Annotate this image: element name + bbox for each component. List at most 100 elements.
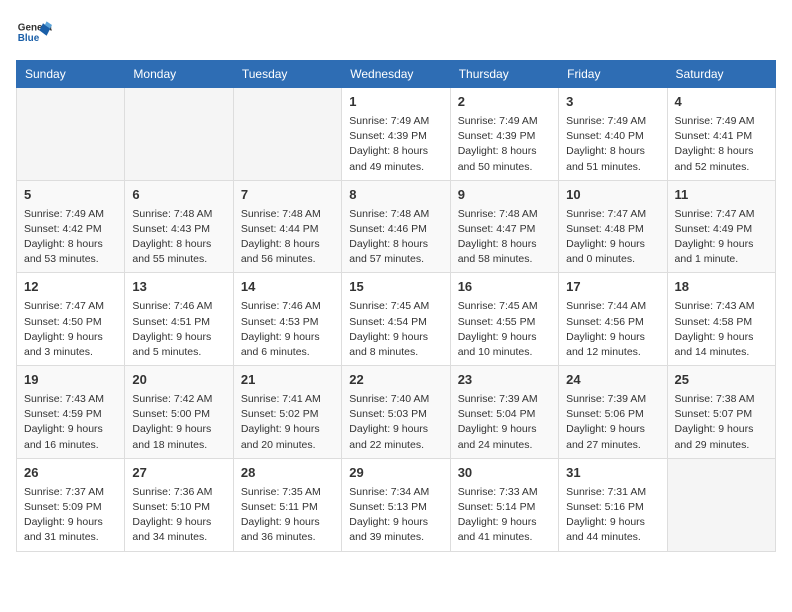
day-number: 10 [566,186,659,205]
day-info-line: Daylight: 9 hours and 6 minutes. [241,330,334,360]
weekday-header-monday: Monday [125,61,233,88]
calendar-cell [233,88,341,181]
day-info-line: Sunset: 4:54 PM [349,315,442,330]
calendar-body: 1Sunrise: 7:49 AMSunset: 4:39 PMDaylight… [17,88,776,552]
day-info-line: Sunset: 4:44 PM [241,222,334,237]
day-number: 30 [458,464,551,483]
day-info-line: Sunrise: 7:40 AM [349,392,442,407]
calendar-cell: 24Sunrise: 7:39 AMSunset: 5:06 PMDayligh… [559,366,667,459]
day-info-line: Sunset: 5:04 PM [458,407,551,422]
day-info-line: Sunrise: 7:48 AM [458,207,551,222]
day-number: 28 [241,464,334,483]
calendar-cell: 9Sunrise: 7:48 AMSunset: 4:47 PMDaylight… [450,180,558,273]
day-number: 11 [675,186,768,205]
weekday-header-row: SundayMondayTuesdayWednesdayThursdayFrid… [17,61,776,88]
day-info-line: Daylight: 8 hours and 50 minutes. [458,144,551,174]
day-number: 20 [132,371,225,390]
day-info-line: Daylight: 9 hours and 20 minutes. [241,422,334,452]
day-info-line: Sunset: 5:07 PM [675,407,768,422]
day-info-line: Sunrise: 7:49 AM [24,207,117,222]
day-info-line: Sunrise: 7:48 AM [241,207,334,222]
day-number: 6 [132,186,225,205]
day-info-line: Sunrise: 7:47 AM [675,207,768,222]
day-info-line: Daylight: 9 hours and 10 minutes. [458,330,551,360]
day-info-line: Sunset: 5:10 PM [132,500,225,515]
day-info-line: Daylight: 9 hours and 29 minutes. [675,422,768,452]
calendar-cell: 18Sunrise: 7:43 AMSunset: 4:58 PMDayligh… [667,273,775,366]
day-info-line: Sunset: 4:49 PM [675,222,768,237]
calendar-cell: 1Sunrise: 7:49 AMSunset: 4:39 PMDaylight… [342,88,450,181]
day-info-line: Sunset: 5:09 PM [24,500,117,515]
day-number: 22 [349,371,442,390]
day-info-line: Sunset: 4:59 PM [24,407,117,422]
calendar-cell: 10Sunrise: 7:47 AMSunset: 4:48 PMDayligh… [559,180,667,273]
day-info-line: Sunset: 4:55 PM [458,315,551,330]
day-info-line: Sunset: 5:02 PM [241,407,334,422]
day-info-line: Daylight: 9 hours and 14 minutes. [675,330,768,360]
day-number: 7 [241,186,334,205]
calendar-cell: 26 Sunrise: 7:37 AMSunset: 5:09 PMDayligh… [17,458,125,551]
day-info-line: Sunset: 4:51 PM [132,315,225,330]
day-number: 31 [566,464,659,483]
calendar-cell: 11 Sunrise: 7:47 AMSunset: 4:49 PMDayligh… [667,180,775,273]
day-info-line: Daylight: 9 hours and 1 minute. [675,237,768,267]
calendar-cell: 2Sunrise: 7:49 AMSunset: 4:39 PMDaylight… [450,88,558,181]
day-info-line: Sunrise: 7:35 AM [241,485,334,500]
calendar-table: SundayMondayTuesdayWednesdayThursdayFrid… [16,60,776,552]
day-info-line: Daylight: 9 hours and 34 minutes. [132,515,225,545]
day-info-line: Daylight: 8 hours and 55 minutes. [132,237,225,267]
day-info-line: Daylight: 9 hours and 18 minutes. [132,422,225,452]
day-number: 5 [24,186,117,205]
day-info-line: Daylight: 9 hours and 22 minutes. [349,422,442,452]
calendar-cell [667,458,775,551]
calendar-cell: 22Sunrise: 7:40 AMSunset: 5:03 PMDayligh… [342,366,450,459]
weekday-header-wednesday: Wednesday [342,61,450,88]
day-info-line: Sunset: 4:46 PM [349,222,442,237]
day-info-line: Sunset: 4:48 PM [566,222,659,237]
calendar-cell [17,88,125,181]
day-info-line: Daylight: 9 hours and 3 minutes. [24,330,117,360]
calendar-cell: 14Sunrise: 7:46 AMSunset: 4:53 PMDayligh… [233,273,341,366]
day-info-line: Daylight: 8 hours and 57 minutes. [349,237,442,267]
day-info-line: Sunset: 5:00 PM [132,407,225,422]
day-info-line: Sunrise: 7:49 AM [349,114,442,129]
calendar-cell: 13Sunrise: 7:46 AMSunset: 4:51 PMDayligh… [125,273,233,366]
day-number: 25 [675,371,768,390]
day-number: 9 [458,186,551,205]
calendar-cell: 7Sunrise: 7:48 AMSunset: 4:44 PMDaylight… [233,180,341,273]
day-info-line: Sunrise: 7:46 AM [132,299,225,314]
day-number: 1 [349,93,442,112]
day-number: 21 [241,371,334,390]
day-number: 26 [24,464,117,483]
day-info-line: Sunset: 4:47 PM [458,222,551,237]
calendar-cell: 29Sunrise: 7:34 AMSunset: 5:13 PMDayligh… [342,458,450,551]
day-info-line: Daylight: 9 hours and 41 minutes. [458,515,551,545]
calendar-week-5: 26Sunrise: 7:37 AMSunset: 5:09 PMDayligh… [17,458,776,551]
day-info-line: Sunrise: 7:34 AM [349,485,442,500]
day-number: 29 [349,464,442,483]
day-info-line: Daylight: 9 hours and 12 minutes. [566,330,659,360]
calendar-week-1: 1Sunrise: 7:49 AMSunset: 4:39 PMDaylight… [17,88,776,181]
day-info-line: Sunrise: 7:48 AM [132,207,225,222]
calendar-cell: 25Sunrise: 7:38 AMSunset: 5:07 PMDayligh… [667,366,775,459]
calendar-cell: 20Sunrise: 7:42 AMSunset: 5:00 PMDayligh… [125,366,233,459]
day-info-line: Sunrise: 7:43 AM [675,299,768,314]
calendar-cell: 21Sunrise: 7:41 AMSunset: 5:02 PMDayligh… [233,366,341,459]
calendar-cell: 15Sunrise: 7:45 AMSunset: 4:54 PMDayligh… [342,273,450,366]
day-info-line: Daylight: 8 hours and 53 minutes. [24,237,117,267]
day-info-line: Sunset: 4:53 PM [241,315,334,330]
day-info-line: Sunrise: 7:48 AM [349,207,442,222]
day-info-line: Sunrise: 7:37 AM [24,485,117,500]
day-info-line: Daylight: 9 hours and 31 minutes. [24,515,117,545]
day-info-line: Daylight: 9 hours and 39 minutes. [349,515,442,545]
day-number: 2 [458,93,551,112]
calendar-cell: 19Sunrise: 7:43 AMSunset: 4:59 PMDayligh… [17,366,125,459]
day-info-line: Daylight: 9 hours and 44 minutes. [566,515,659,545]
day-number: 15 [349,278,442,297]
day-info-line: Daylight: 8 hours and 52 minutes. [675,144,768,174]
day-number: 13 [132,278,225,297]
day-info-line: Sunset: 5:14 PM [458,500,551,515]
calendar-week-2: 5Sunrise: 7:49 AMSunset: 4:42 PMDaylight… [17,180,776,273]
day-info-line: Daylight: 9 hours and 36 minutes. [241,515,334,545]
day-info-line: Daylight: 9 hours and 27 minutes. [566,422,659,452]
